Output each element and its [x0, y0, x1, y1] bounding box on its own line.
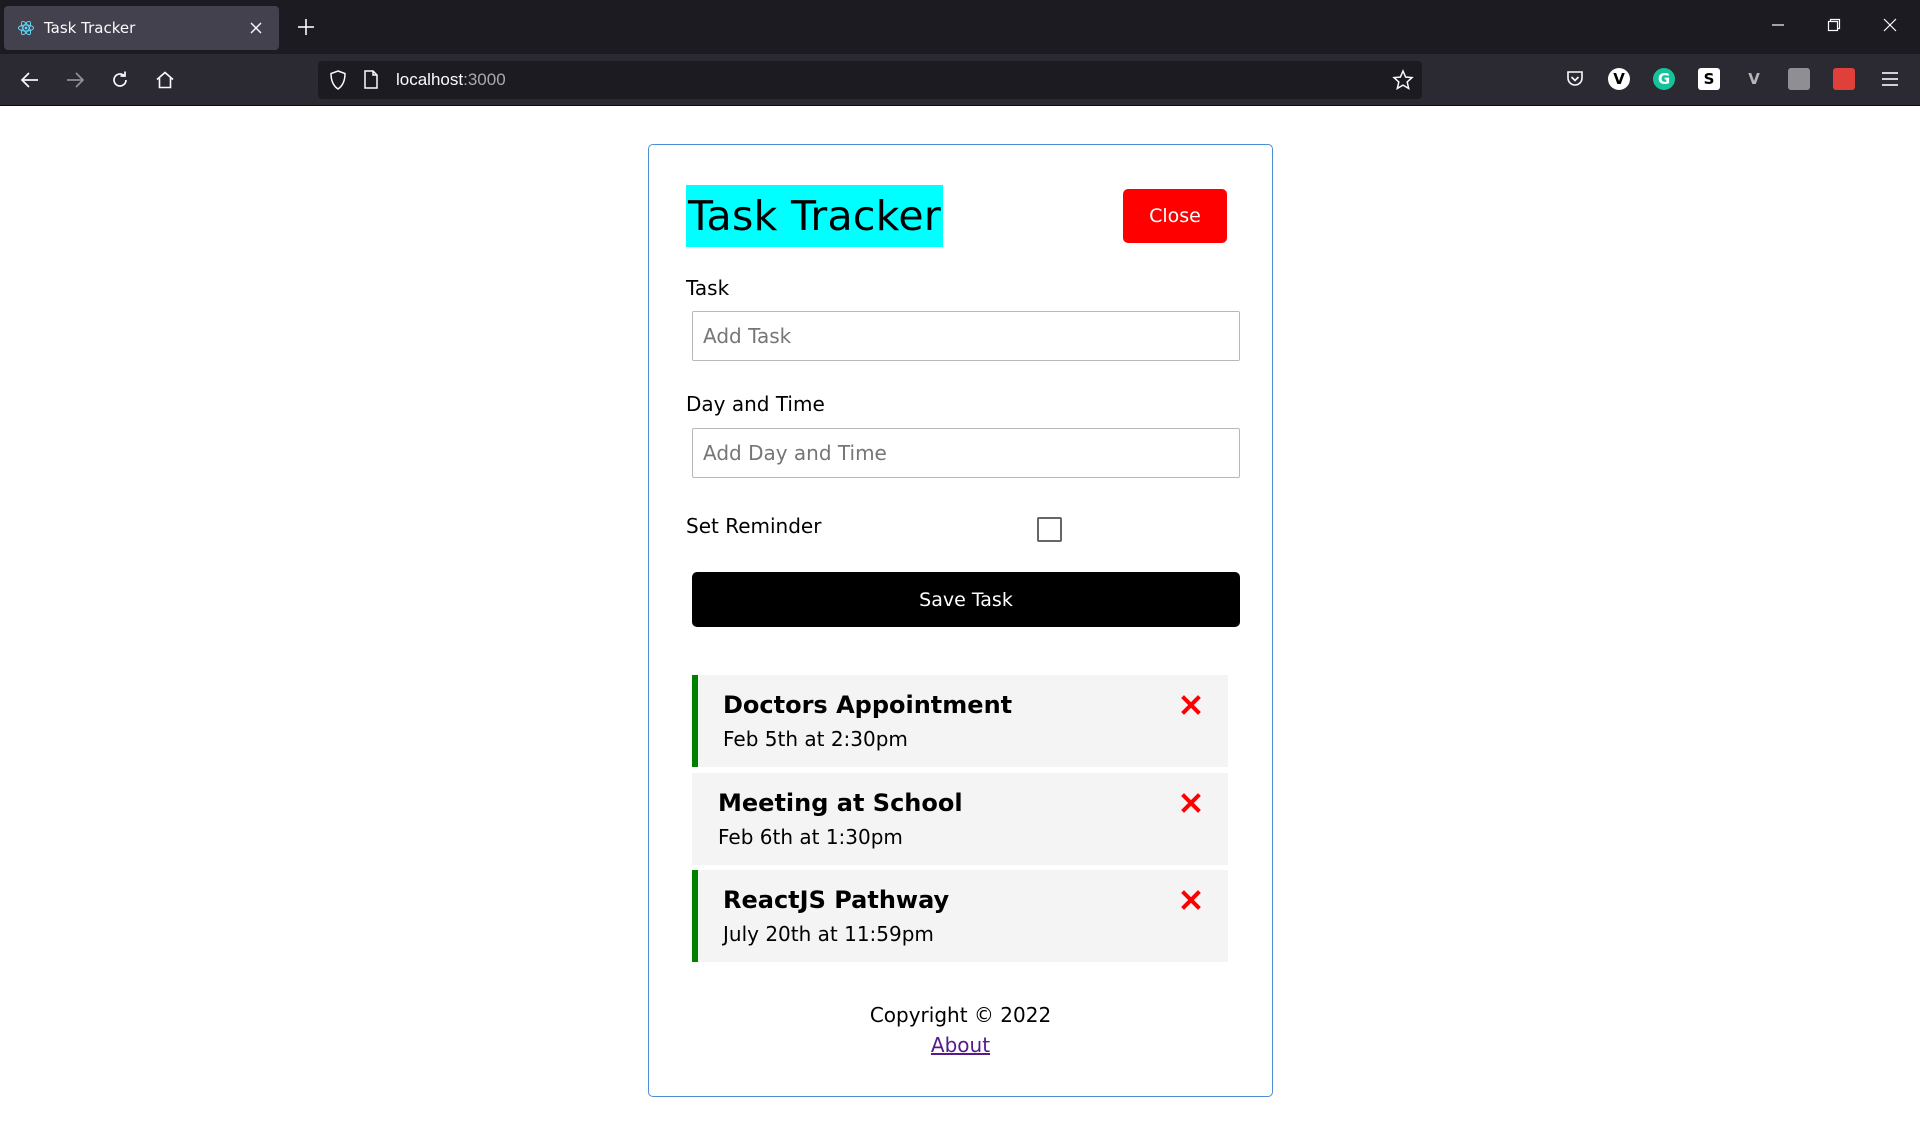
url-port: :3000: [463, 70, 506, 89]
vue-devtools-extension-icon[interactable]: V: [1742, 67, 1766, 91]
task-day: Feb 5th at 2:30pm: [723, 727, 908, 751]
gray-extension-icon-glyph: [1788, 68, 1810, 90]
home-icon[interactable]: [150, 65, 180, 95]
app-header: Task Tracker Close: [686, 185, 1236, 247]
task-day: July 20th at 11:59pm: [723, 922, 934, 946]
menu-icon[interactable]: [1878, 67, 1902, 91]
reminder-checkbox[interactable]: [1037, 517, 1062, 542]
red-extension-icon-glyph: [1833, 68, 1855, 90]
restore-icon[interactable]: [1814, 12, 1854, 42]
grammarly-extension-icon-glyph: G: [1653, 68, 1675, 90]
task-label: Task: [686, 276, 730, 300]
browser-nav-bar: localhost:3000 V G S V: [0, 54, 1920, 106]
day-time-label: Day and Time: [686, 392, 825, 416]
delete-x-icon[interactable]: [1181, 890, 1201, 910]
task-tracker-container: Task Tracker Close Task Day and Time Set…: [648, 144, 1273, 1097]
tab-title: Task Tracker: [44, 19, 136, 37]
shield-icon[interactable]: [328, 69, 348, 95]
forward-arrow-icon[interactable]: [60, 65, 90, 95]
task-title: ReactJS Pathway: [723, 886, 950, 914]
delete-x-icon[interactable]: [1181, 695, 1201, 715]
url-text[interactable]: localhost:3000: [396, 70, 506, 90]
vue-devtools-extension-icon-glyph: V: [1743, 68, 1765, 90]
react-logo-icon: [16, 18, 36, 38]
close-icon[interactable]: [245, 18, 267, 39]
url-host: localhost: [396, 70, 464, 89]
footer: Copyright © 2022 About: [649, 1000, 1272, 1060]
s-extension-icon[interactable]: S: [1697, 67, 1721, 91]
reload-icon[interactable]: [105, 65, 135, 95]
url-bar[interactable]: localhost:3000: [318, 61, 1422, 99]
task-input[interactable]: [692, 311, 1240, 361]
window-close-icon[interactable]: [1870, 12, 1910, 42]
copyright-text: Copyright © 2022: [869, 1003, 1052, 1027]
page-icon: [362, 69, 380, 95]
back-arrow-icon[interactable]: [15, 65, 45, 95]
task-title: Meeting at School: [718, 789, 963, 817]
vimeo-extension-icon-glyph: V: [1608, 68, 1630, 90]
vimeo-extension-icon[interactable]: V: [1607, 67, 1631, 91]
task-item[interactable]: Meeting at School Feb 6th at 1:30pm: [692, 773, 1228, 865]
about-link[interactable]: About: [931, 1030, 990, 1060]
browser-tab-bar: Task Tracker: [0, 0, 1920, 54]
close-button[interactable]: Close: [1123, 189, 1227, 243]
delete-x-icon[interactable]: [1181, 793, 1201, 813]
gray-extension-icon[interactable]: [1787, 67, 1811, 91]
day-time-input[interactable]: [692, 428, 1240, 478]
minimize-icon[interactable]: [1758, 12, 1798, 42]
s-extension-icon-glyph: S: [1698, 68, 1720, 90]
browser-tab[interactable]: Task Tracker: [4, 6, 279, 50]
star-icon[interactable]: [1392, 69, 1414, 95]
grammarly-extension-icon[interactable]: G: [1652, 67, 1676, 91]
plus-icon[interactable]: [291, 12, 321, 42]
task-item[interactable]: ReactJS Pathway July 20th at 11:59pm: [692, 870, 1228, 962]
task-day: Feb 6th at 1:30pm: [718, 825, 903, 849]
page-title: Task Tracker: [686, 185, 944, 247]
task-item[interactable]: Doctors Appointment Feb 5th at 2:30pm: [692, 675, 1228, 767]
red-extension-icon[interactable]: [1832, 67, 1856, 91]
save-task-button[interactable]: Save Task: [692, 572, 1240, 627]
task-title: Doctors Appointment: [723, 691, 1013, 719]
pocket-icon[interactable]: [1563, 67, 1587, 91]
set-reminder-label: Set Reminder: [686, 514, 822, 538]
